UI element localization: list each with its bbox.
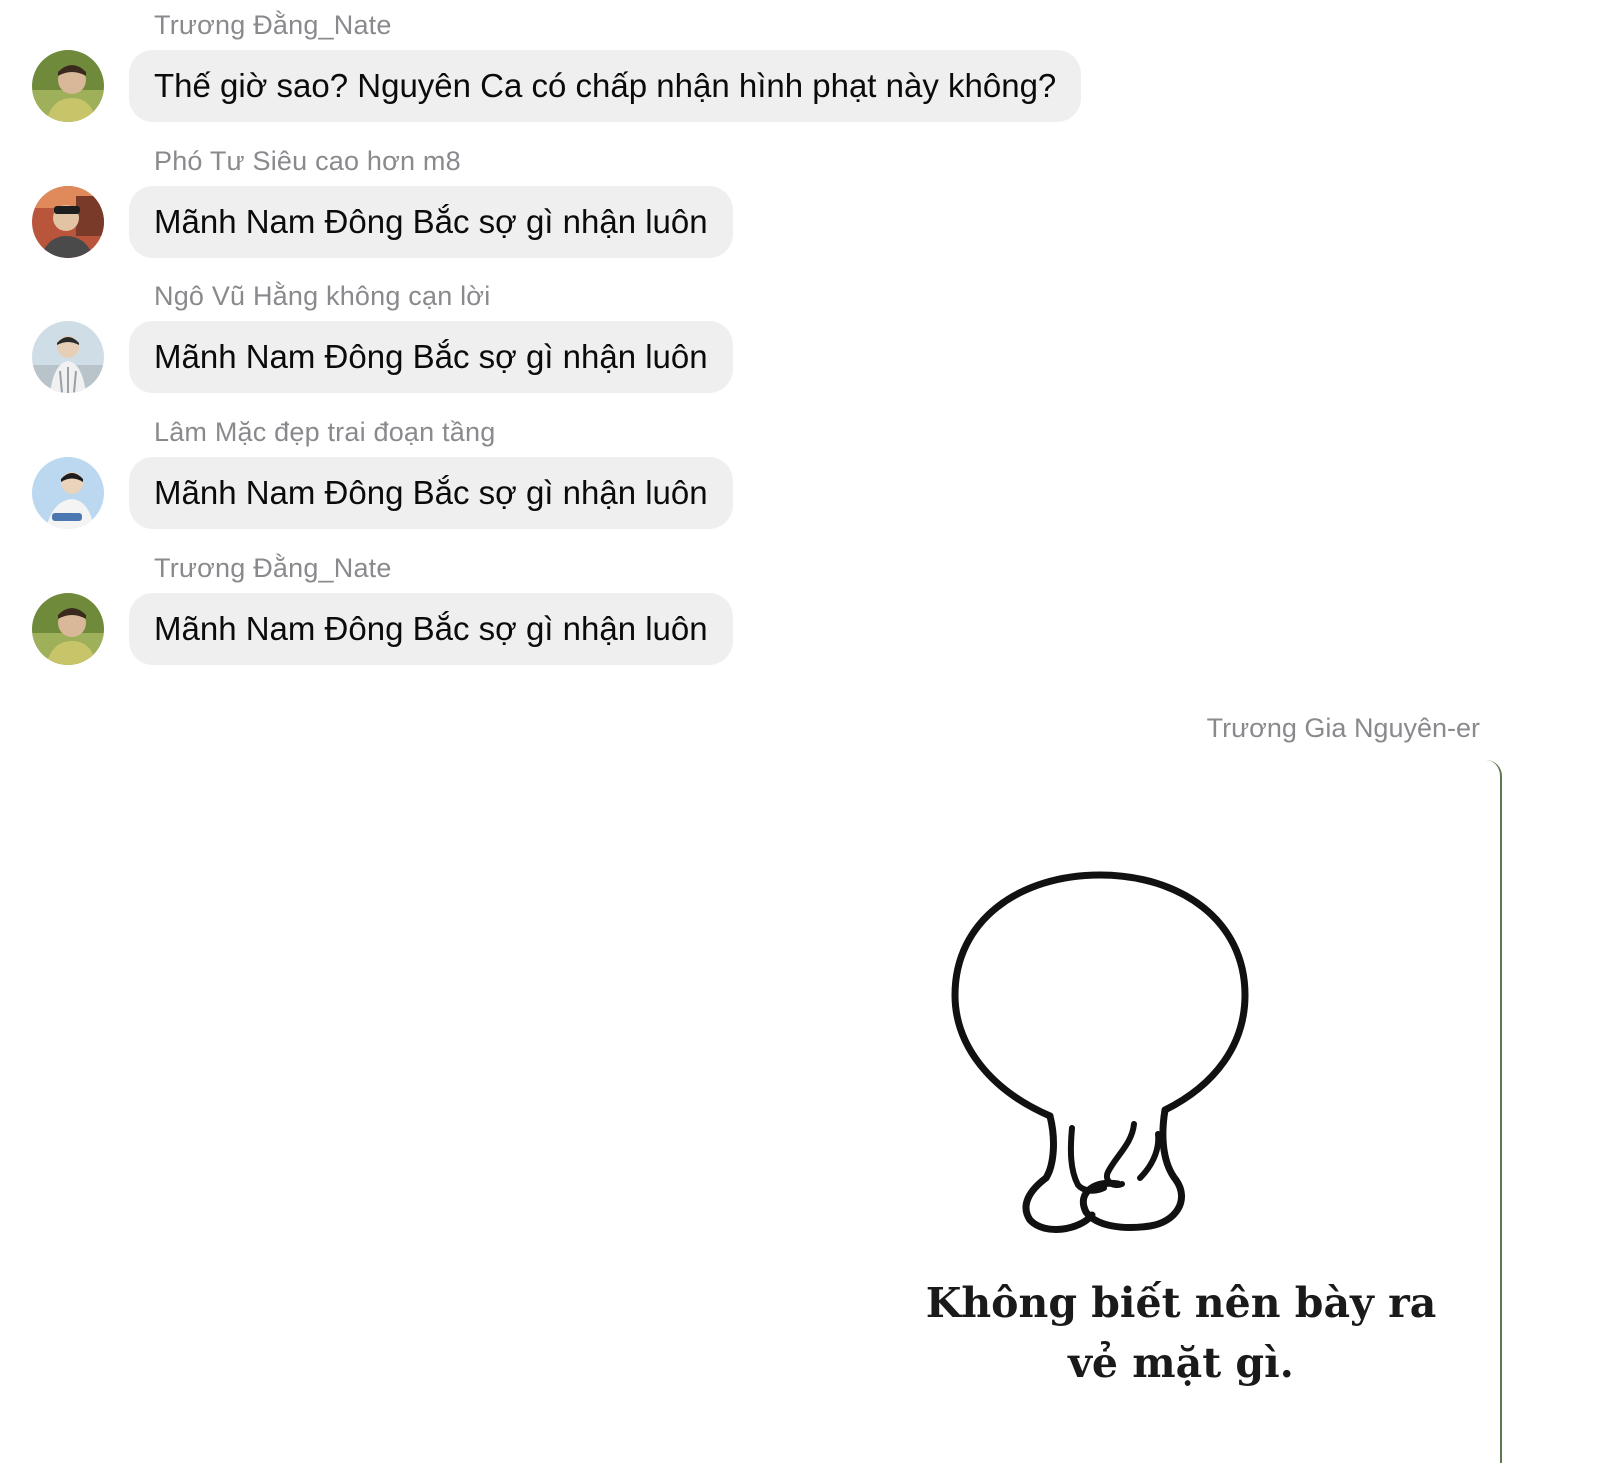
avatar[interactable] — [32, 593, 104, 665]
avatar[interactable] — [32, 186, 104, 258]
sticker-caption: Không biết nên bày ra vẻ mặt gì. — [860, 1273, 1502, 1393]
message-bubble[interactable]: Mãnh Nam Đông Bắc sợ gì nhận luôn — [129, 321, 733, 393]
sticker-caption-line: Không biết nên bày ra — [925, 1279, 1437, 1327]
chat-thread: Trương Đằng_Nate Thế giờ sao? Nguyên Ca … — [0, 0, 1619, 1463]
message-bubble[interactable]: Thế giờ sao? Nguyên Ca có chấp nhận hình… — [129, 50, 1082, 122]
avatar[interactable] — [32, 321, 104, 393]
sender-name: Trương Đằng_Nate — [154, 553, 392, 583]
sender-name-outgoing: Trương Gia Nguyên-er — [1206, 713, 1480, 743]
avatar-photo-sky — [32, 321, 104, 393]
sender-name: Trương Đằng_Nate — [154, 10, 392, 40]
avatar[interactable] — [32, 457, 104, 529]
sender-name: Ngô Vũ Hằng không cạn lời — [154, 281, 491, 311]
sender-name: Lâm Mặc đẹp trai đoạn tầng — [154, 417, 496, 447]
sender-name: Phó Tư Siêu cao hơn m8 — [154, 146, 461, 176]
avatar-photo-green — [32, 50, 104, 122]
message-bubble[interactable]: Mãnh Nam Đông Bắc sợ gì nhận luôn — [129, 593, 733, 665]
avatar-photo-warm — [32, 186, 104, 258]
sticker-message[interactable]: Không biết nên bày ra vẻ mặt gì. — [860, 760, 1502, 1463]
avatar[interactable] — [32, 50, 104, 122]
sticker-caption-line: vẻ mặt gì. — [1068, 1339, 1294, 1387]
message-bubble[interactable]: Mãnh Nam Đông Bắc sợ gì nhận luôn — [129, 186, 733, 258]
avatar-photo-blue — [32, 457, 104, 529]
avatar-photo-green — [32, 593, 104, 665]
message-bubble[interactable]: Mãnh Nam Đông Bắc sợ gì nhận luôn — [129, 457, 733, 529]
